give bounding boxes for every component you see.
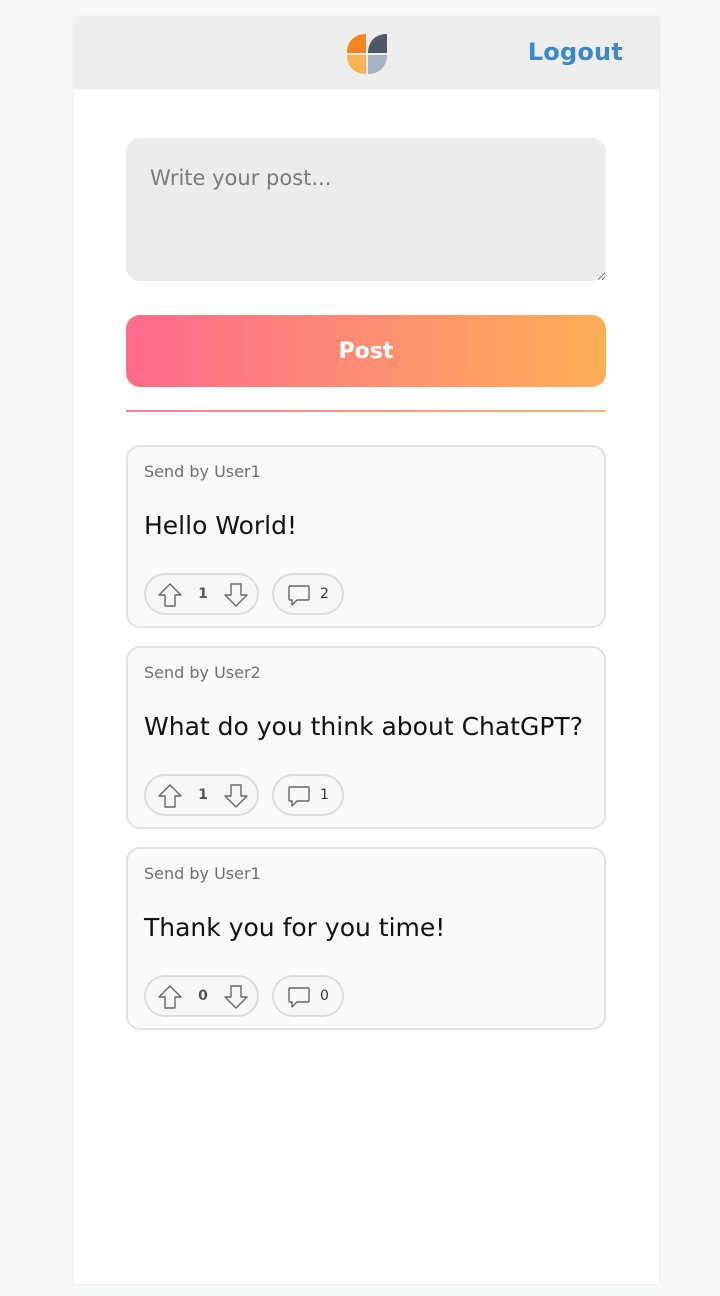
arrow-up-icon[interactable] — [156, 581, 184, 609]
arrow-up-icon[interactable] — [156, 983, 184, 1011]
post-author: Send by User1 — [144, 462, 261, 481]
post-author: Send by User1 — [144, 864, 261, 883]
header: Logout — [74, 17, 659, 89]
comment-button[interactable]: 1 — [272, 774, 344, 816]
arrow-down-icon[interactable] — [222, 782, 250, 810]
comment-button[interactable]: 0 — [272, 975, 344, 1017]
divider — [126, 410, 606, 412]
vote-control: 0 — [144, 975, 259, 1017]
logo-icon — [347, 34, 387, 74]
app-window: Logout Post Send by User1 Hello World! 1 — [74, 17, 659, 1284]
vote-count: 0 — [198, 988, 208, 1004]
post-feed: Send by User1 Hello World! 1 2 Send by U… — [126, 445, 606, 1048]
comment-icon — [288, 585, 310, 606]
vote-count: 1 — [198, 586, 208, 602]
post-content: Thank you for you time! — [144, 913, 446, 942]
post-content: What do you think about ChatGPT? — [144, 712, 583, 741]
comment-count: 2 — [320, 586, 329, 602]
comment-count: 1 — [320, 787, 329, 803]
post-author: Send by User2 — [144, 663, 261, 682]
post-button[interactable]: Post — [126, 315, 606, 387]
comment-count: 0 — [320, 988, 329, 1004]
comment-icon — [288, 987, 310, 1008]
post-card: Send by User1 Thank you for you time! 0 … — [126, 847, 606, 1030]
post-content: Hello World! — [144, 511, 297, 540]
comment-button[interactable]: 2 — [272, 573, 344, 615]
arrow-down-icon[interactable] — [222, 983, 250, 1011]
comment-icon — [288, 786, 310, 807]
vote-count: 1 — [198, 787, 208, 803]
post-card: Send by User2 What do you think about Ch… — [126, 646, 606, 829]
logout-link[interactable]: Logout — [528, 38, 623, 66]
post-input[interactable] — [126, 138, 606, 281]
arrow-up-icon[interactable] — [156, 782, 184, 810]
vote-control: 1 — [144, 774, 259, 816]
post-card: Send by User1 Hello World! 1 2 — [126, 445, 606, 628]
vote-control: 1 — [144, 573, 259, 615]
arrow-down-icon[interactable] — [222, 581, 250, 609]
